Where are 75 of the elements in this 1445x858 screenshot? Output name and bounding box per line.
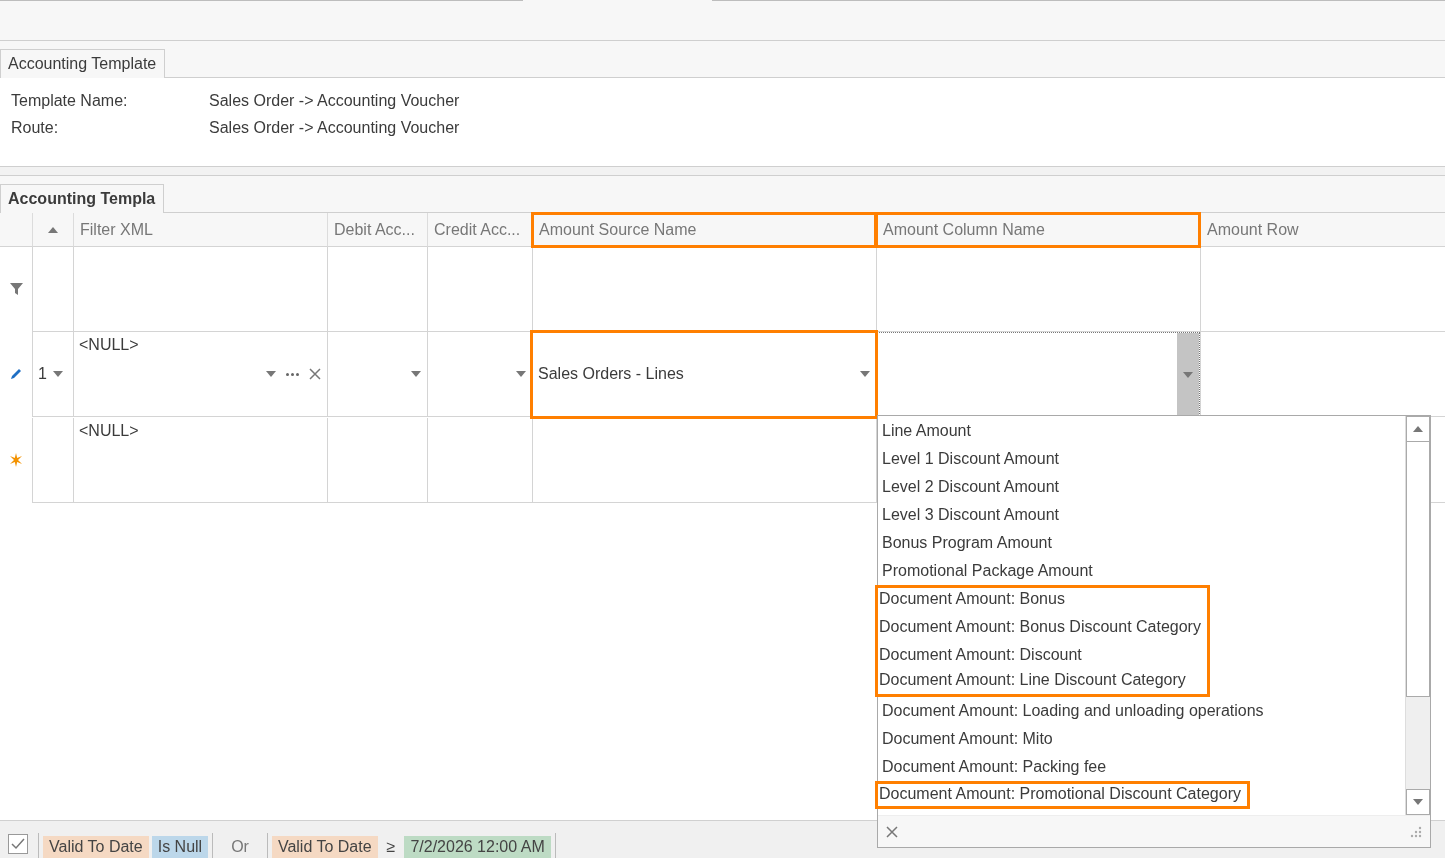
filter-cell[interactable] [427,247,532,332]
list-item[interactable]: Line Amount [878,417,1099,445]
splitter[interactable] [0,166,1445,176]
list-item[interactable]: Level 2 Discount Amount [878,473,1099,501]
column-header[interactable]: Amount Column Name [876,213,1200,247]
cell-value: Sales Orders - Lines [538,365,684,383]
table-cell[interactable] [427,418,532,503]
check-icon [11,838,25,850]
column-header[interactable]: Amount Row [1200,213,1445,247]
table-cell[interactable]: Sales Orders - Lines [532,332,876,417]
column-header[interactable]: Amount Source Name [532,213,876,247]
table-cell[interactable] [327,332,427,417]
column-header[interactable]: Filter XML [73,213,327,247]
corner-header [0,213,32,247]
filter-value[interactable]: 7/2/2026 12:00 AM [404,836,551,858]
scroll-down-button[interactable] [1406,789,1430,815]
dropdown-button[interactable] [1177,333,1199,417]
table-cell[interactable] [327,418,427,503]
sort-arrow-icon [1413,426,1423,432]
caret-icon[interactable] [860,371,870,377]
operator-symbol[interactable]: ≥ [380,836,402,858]
field-value: Sales Order -> Accounting Voucher [209,92,461,111]
list-item[interactable]: Level 3 Discount Amount [878,501,1099,529]
clear-icon[interactable] [309,368,321,380]
list-item[interactable]: Document Amount: Bonus [875,585,1210,613]
row-number: 1 [38,365,47,383]
tab[interactable]: Accounting Template [0,49,166,78]
field-value: Sales Order -> Accounting Voucher [209,119,461,138]
list-item[interactable]: Promotional Package Amount [878,557,1099,585]
caret-icon[interactable] [1413,799,1423,805]
filter-operator[interactable]: Is Null [151,836,209,858]
caret-icon[interactable] [411,371,421,377]
filter-cell[interactable] [32,247,73,332]
filter-cell[interactable] [1200,247,1445,332]
ellipsis-icon[interactable] [286,372,299,376]
list-item[interactable]: Document Amount: Discount [875,641,1210,669]
column-header[interactable] [32,213,73,247]
list-item[interactable]: Document Amount: Line Discount Category [875,669,1210,697]
field-label: Template Name: [11,92,129,111]
table-cell[interactable]: <NULL> [73,418,327,503]
list-item[interactable]: Document Amount: Promotional Discount Category [875,781,1250,809]
resize-grip-icon[interactable] [1410,825,1422,838]
sort-arrow-icon [48,226,58,233]
cell-value: <NULL> [79,422,139,440]
table-cell[interactable]: 1 [32,332,73,417]
column-header[interactable]: Debit Acc... [327,213,427,247]
filter-join[interactable]: Or [223,838,257,858]
caret-icon[interactable] [52,371,63,377]
field-label: Route: [11,119,60,138]
caret-icon[interactable] [1183,372,1193,378]
table-cell[interactable]: <NULL> [73,332,327,417]
table-cell[interactable] [32,418,73,503]
list-item[interactable]: Level 1 Discount Amount [878,445,1099,473]
list-item[interactable]: Document Amount: Bonus Discount Category [875,613,1210,641]
filter-field[interactable]: Valid To Date [271,836,378,858]
list-item[interactable]: Document Amount: Packing fee [878,753,1270,781]
table-cell[interactable] [532,418,876,503]
column-header[interactable]: Credit Acc... [427,213,532,247]
table-cell[interactable] [427,332,532,417]
caret-icon[interactable] [266,371,276,377]
tab[interactable]: Accounting Templa [0,184,165,213]
list-item[interactable]: Bonus Program Amount [878,529,1099,557]
caret-icon[interactable] [516,371,526,377]
filter-cell[interactable] [73,247,327,332]
close-icon[interactable] [886,825,898,838]
filter-checkbox[interactable] [8,834,28,854]
filter-icon[interactable] [9,283,23,295]
list-item[interactable]: Document Amount: Loading and unloading operations [878,697,1270,725]
cell-value: <NULL> [79,336,139,354]
list-item[interactable]: Document Amount: Mito [878,725,1270,753]
scroll-up-button[interactable] [1406,416,1430,442]
filter-field[interactable]: Valid To Date [43,836,149,858]
filter-cell[interactable] [327,247,427,332]
scroll-thumb[interactable] [1406,442,1430,697]
filter-cell[interactable] [876,247,1200,332]
